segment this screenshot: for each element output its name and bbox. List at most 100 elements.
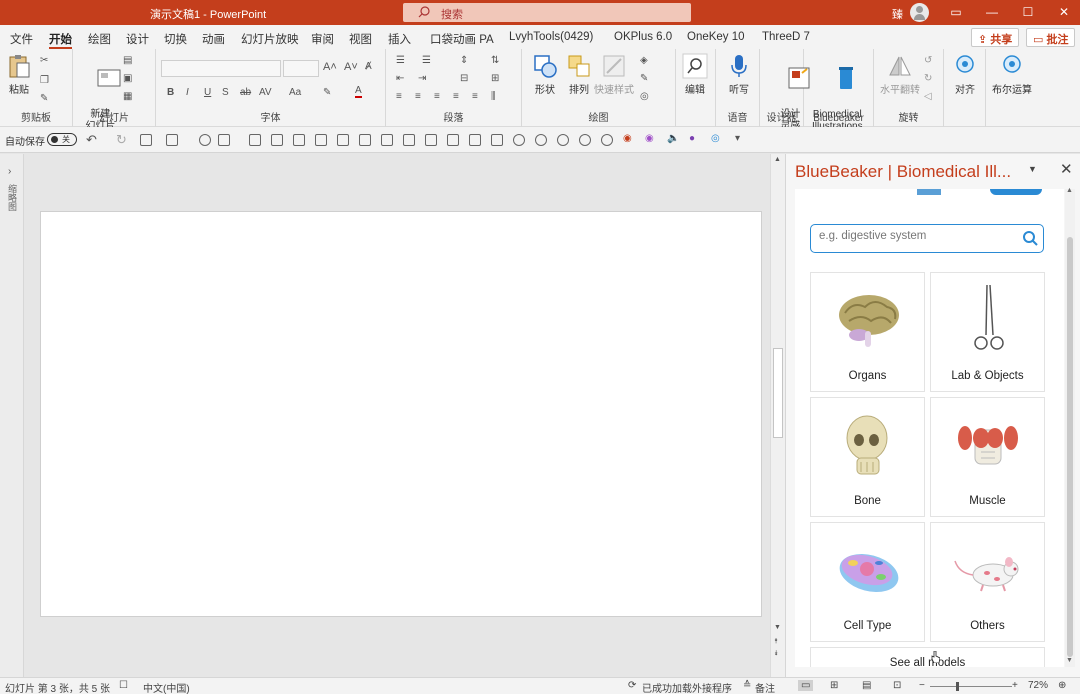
italic-icon[interactable]: I	[186, 87, 189, 98]
change-case-icon[interactable]: Aa	[289, 87, 301, 98]
qat-align-middle-icon[interactable]	[337, 134, 349, 146]
increase-indent-icon[interactable]: ⇥	[418, 73, 426, 84]
title-search-box[interactable]: 搜索	[403, 3, 691, 22]
qat-rotate-icon[interactable]	[469, 134, 481, 146]
slideshow-icon[interactable]: ⊡	[893, 680, 901, 691]
tab-okplus[interactable]: OKPlus 6.0	[614, 31, 672, 43]
tab-insert[interactable]: 插入	[388, 31, 411, 47]
pane-options-icon[interactable]: ▼	[1028, 164, 1037, 174]
slide-sorter-icon[interactable]: ⊞	[830, 680, 838, 691]
scroll-up-icon[interactable]: ▲	[774, 156, 781, 163]
user-name[interactable]: 臻	[892, 6, 903, 22]
zoom-slider-knob[interactable]	[956, 682, 959, 691]
qat-shape-fill-icon[interactable]	[166, 134, 178, 146]
align-right-icon[interactable]: ≡	[434, 91, 440, 102]
ribbon-display-options-icon[interactable]: ▭	[938, 0, 974, 25]
normal-view-icon[interactable]: ▭	[798, 680, 814, 691]
scroll-down-icon[interactable]: ▼	[774, 624, 781, 631]
tab-review[interactable]: 审阅	[311, 31, 334, 47]
scroll-thumb[interactable]	[773, 348, 783, 438]
tab-slideshow[interactable]: 幻灯片放映	[241, 31, 299, 47]
qat-align-left-icon[interactable]	[249, 134, 261, 146]
qat-align-bottom-icon[interactable]	[359, 134, 371, 146]
paste-button[interactable]: 粘贴	[6, 53, 32, 97]
close-button[interactable]: ✕	[1046, 0, 1080, 25]
category-card-others[interactable]: Others	[930, 522, 1045, 642]
copy-icon[interactable]: ❐	[40, 75, 49, 86]
smartart-icon[interactable]: ⊞	[491, 73, 499, 84]
dictate-button[interactable]: 听写	[726, 53, 752, 97]
format-painter-icon[interactable]: ✎	[40, 93, 48, 104]
qat-target-icon[interactable]: ◎	[711, 133, 720, 144]
qat-audio-icon[interactable]: 🔈	[667, 133, 679, 144]
qat-align-right-icon[interactable]	[293, 134, 305, 146]
model-search-box[interactable]	[810, 224, 1044, 253]
pane-scroll-up-icon[interactable]: ▲	[1066, 187, 1073, 194]
tab-pocket-animation[interactable]: 口袋动画 PA	[430, 31, 494, 47]
qat-distribute-h-icon[interactable]	[381, 134, 393, 146]
tab-lvyhtools[interactable]: LvyhTools(0429)	[509, 31, 593, 43]
font-size-box[interactable]	[283, 60, 319, 77]
spacing-icon[interactable]: AV	[259, 87, 272, 98]
align-text-icon[interactable]: ⊟	[460, 73, 468, 84]
numbering-icon[interactable]: ☰	[422, 55, 431, 66]
thumbnail-pane-collapsed[interactable]: › 缩略图	[0, 154, 24, 677]
zoom-in-icon[interactable]: +	[1012, 680, 1018, 691]
boolean-button[interactable]: 布尔运算	[992, 53, 1032, 97]
section-icon[interactable]: ▦	[123, 91, 132, 102]
distributed-icon[interactable]: ≡	[472, 91, 478, 102]
share-button[interactable]: ⇪ 共享	[971, 28, 1020, 47]
strikethrough-icon[interactable]: ab	[240, 87, 251, 98]
qat-eye-icon[interactable]: ◉	[623, 133, 632, 144]
qat-distribute-v-icon[interactable]	[403, 134, 415, 146]
shape-fill-icon[interactable]: ◈	[640, 55, 648, 66]
category-card-bone[interactable]: Bone	[810, 397, 925, 517]
minimize-button[interactable]: —	[974, 0, 1010, 25]
qat-fragment-icon[interactable]	[557, 134, 569, 146]
next-slide-icon[interactable]: ⯯	[774, 650, 778, 658]
accessibility-icon[interactable]: ☐	[119, 680, 128, 691]
tab-transitions[interactable]: 切换	[164, 31, 187, 47]
cut-icon[interactable]: ✂	[40, 55, 48, 66]
underline-icon[interactable]: U	[204, 87, 211, 98]
expand-thumbnails-icon[interactable]: ›	[8, 166, 11, 177]
justify-icon[interactable]: ≡	[453, 91, 459, 102]
qat-subtract-icon[interactable]	[601, 134, 613, 146]
category-card-muscle[interactable]: Muscle	[930, 397, 1045, 517]
bold-icon[interactable]: B	[167, 87, 174, 98]
qat-combine-icon[interactable]	[535, 134, 547, 146]
tab-file[interactable]: 文件	[10, 31, 33, 47]
tab-home[interactable]: 开始	[49, 31, 72, 49]
pane-scroll-down-icon[interactable]: ▼	[1066, 657, 1073, 664]
previous-slide-icon[interactable]: ⯭	[774, 638, 778, 646]
category-card-lab-objects[interactable]: Lab & Objects	[930, 272, 1045, 392]
slide-canvas[interactable]	[40, 211, 762, 617]
qat-animation-icon[interactable]: ◉	[645, 133, 654, 144]
language-indicator[interactable]: 中文(中国)	[143, 680, 190, 694]
shrink-font-icon[interactable]: A˅	[344, 61, 358, 73]
text-direction-icon[interactable]: ⇅	[491, 55, 499, 66]
shadow-icon[interactable]: S	[222, 87, 229, 98]
avatar[interactable]	[910, 3, 929, 22]
shape-outline-icon[interactable]: ✎	[640, 73, 648, 84]
qat-union-icon[interactable]	[513, 134, 525, 146]
shapes-button[interactable]: 形状	[532, 53, 558, 97]
qat-align-center-icon[interactable]	[271, 134, 283, 146]
decrease-indent-icon[interactable]: ⇤	[396, 73, 404, 84]
undo-icon[interactable]: ↶	[86, 132, 97, 148]
fit-to-window-icon[interactable]: ⊕	[1058, 680, 1066, 691]
rotate-right-icon[interactable]: ↻	[924, 73, 932, 84]
autosave-toggle[interactable]: 关	[47, 133, 77, 146]
columns-icon[interactable]: ⫼	[491, 91, 496, 102]
edit-button[interactable]: 编辑	[682, 53, 708, 97]
tab-view[interactable]: 视图	[349, 31, 372, 47]
editor-vertical-scrollbar[interactable]: ▲ ▼ ⯭ ⯯	[770, 154, 785, 677]
flip-horizontal-button[interactable]: 水平翻转	[880, 53, 920, 97]
search-icon[interactable]	[1022, 230, 1039, 247]
font-color-icon[interactable]: A	[355, 85, 362, 98]
arrange-button[interactable]: 排列	[566, 53, 592, 97]
qat-align-top-icon[interactable]	[315, 134, 327, 146]
qat-textbox-icon[interactable]	[140, 134, 152, 146]
align-button[interactable]: 对齐	[952, 53, 978, 97]
category-card-cell-type[interactable]: Cell Type	[810, 522, 925, 642]
